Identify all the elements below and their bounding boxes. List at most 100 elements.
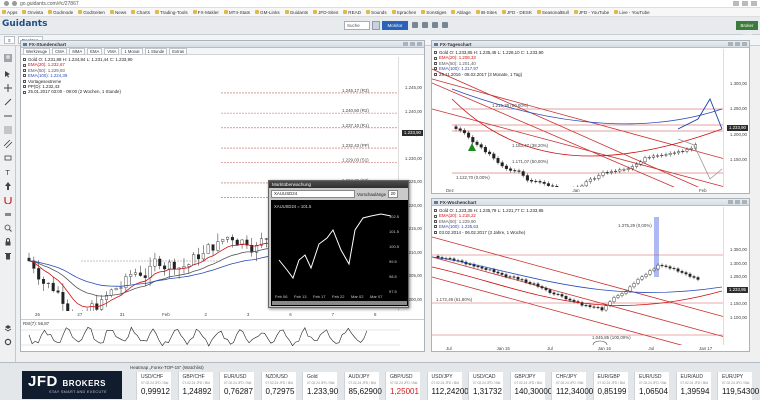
avatar[interactable] [4,54,12,62]
quote-cell[interactable]: EUR/JPY 07.02.24 JFD / Bid 119,54300 [717,372,759,400]
lock-icon[interactable] [4,238,12,246]
bookmark-item[interactable]: Trading-Tools [155,10,188,15]
horizontal-line-icon[interactable] [4,112,12,120]
close-icon[interactable] [751,1,757,6]
trash-icon[interactable] [4,252,12,260]
maximize-icon[interactable] [742,1,748,6]
monitor-button[interactable]: Monitor [382,21,408,30]
quote-cell[interactable]: GBP/CHF 07.02.24 JFD / Bid 1,24892 [177,372,213,400]
browser-url-bar[interactable]: go.guidants.com/#c/27867 [0,0,760,8]
quote-cell[interactable]: CHF/JPY 07.02.24 JFD / Bid 112,34000 [551,372,593,400]
legend-checkbox[interactable] [23,90,26,94]
legend-checkbox[interactable] [23,79,26,83]
panel-maximize-icon[interactable] [735,200,740,204]
bookmark-item[interactable]: News [109,10,126,15]
legend-checkbox[interactable] [23,63,26,67]
chart-tool-button[interactable]: MMA [69,47,86,55]
quote-cell[interactable]: EUR/USD 07.02.24 JFD / Bid 1,06504 [634,372,669,400]
popup-scrollbar[interactable] [272,301,407,305]
chart-tool-button[interactable]: 1 Stunde [144,47,168,55]
bookmark-item[interactable]: SeasonalBull [536,10,569,15]
bookmark-item[interactable]: FX-Makler [192,10,219,15]
bookmark-item[interactable]: Guidants [284,10,308,15]
time-axis[interactable]: 26 27 31 Feb 2 3 6 7 8 [21,311,400,319]
bookmark-item[interactable]: Charts [131,10,150,15]
legend-checkbox[interactable] [23,58,26,62]
search-input[interactable]: Suche [344,21,370,30]
user-icon[interactable] [432,22,438,28]
bookmark-item[interactable]: Godmode [48,10,73,15]
popup-plot[interactable]: XAUUSD24 = 101.5 102.5 101.5 100.5 99.5 98.5 9… [271,200,408,306]
bookmark-item[interactable]: JFD-Sites [313,10,338,15]
quote-cell[interactable]: NZD/USD 07.02.24 JFD / Bid 0,72975 [260,372,296,400]
print-icon[interactable] [412,22,418,28]
legend-checkbox[interactable] [23,74,26,78]
quote-cell[interactable]: USD/JPY 07.02.24 JFD / Bid 112,24200 [426,372,469,400]
panel-maximize-icon[interactable] [410,42,415,46]
quote-cell[interactable]: USD/CAD 07.02.24 JFD / Bid 1,31732 [468,372,503,400]
quote-cell[interactable]: EUR/AUD 07.02.24 JFD / Bid 1,39594 [675,372,711,400]
legend-checkbox[interactable] [434,62,437,66]
bookmark-item[interactable]: Sprachen [391,10,416,15]
reload-icon[interactable] [12,1,17,6]
panel-close-icon[interactable] [742,42,747,46]
bookmark-item[interactable]: IB-Sites [475,10,497,15]
lookback-input[interactable]: 20 [388,190,399,198]
rectangle-icon[interactable] [4,154,12,162]
layers-icon[interactable] [4,324,12,332]
legend-checkbox[interactable] [434,56,437,60]
quote-cell[interactable]: EUR/USD 07.02.24 JFD / Bid 0,76287 [219,372,254,400]
panel-close-icon[interactable] [742,200,747,204]
bookmark-item[interactable]: JFD - DESK [501,10,532,15]
quote-cell[interactable]: GBP/JPY 07.02.24 JFD / Bid 140,30000 [509,372,552,400]
bookmark-item[interactable]: Onvista [22,10,43,15]
legend-checkbox[interactable] [434,51,437,55]
bookmark-item[interactable]: Sounds [366,10,387,15]
fibonacci-icon[interactable] [4,126,12,134]
panel-detach-icon[interactable] [728,42,733,46]
price-axis[interactable]: 1.300,00 1.250,00 1.200,00 1.150,00 [723,49,749,187]
bookmark-item[interactable]: JFD - YouTube [573,10,609,15]
settings-icon[interactable] [4,338,12,346]
zoom-icon[interactable] [4,224,12,232]
chart-tool-button[interactable]: EMA [87,47,103,55]
guidants-logo[interactable]: Guidants [2,19,47,29]
back-icon[interactable] [4,1,9,6]
bookmark-item[interactable]: READ [343,10,361,15]
legend-checkbox[interactable] [434,67,437,71]
price-axis[interactable]: 1.350,001.300,001.250,001.200,001.150,00… [723,207,749,345]
chart-tool-button[interactable]: 1 Monat [121,47,143,55]
url-text[interactable]: go.guidants.com/#c/27867 [20,1,79,7]
legend-checkbox[interactable] [434,220,437,224]
bookmark-item[interactable]: Ablage [451,10,471,15]
settings-icon[interactable] [422,22,428,28]
panel-detach-icon[interactable] [728,200,733,204]
magnet-icon[interactable] [4,196,12,205]
broker-login-button[interactable]: Broker Login [736,21,758,37]
panel-close-icon[interactable] [417,42,422,46]
legend-checkbox[interactable] [434,230,437,234]
menu-button[interactable]: ≡ [4,36,15,44]
legend-checkbox[interactable] [434,209,437,213]
time-axis[interactable]: Jul Jan 15 Jul Jan 16 Jul Jan 17 [432,345,725,351]
chart-tool-button[interactable]: Werkzeuge [23,47,51,55]
panel-title[interactable]: FX-Tageschart [432,41,749,48]
quote-cell[interactable]: AUD/JPY 07.02.24 JFD / Bid 85,62900 [343,372,382,400]
bookmark-item[interactable]: MT4-Stats [223,10,250,15]
legend-checkbox[interactable] [434,214,437,218]
quote-cell[interactable]: USD/CHF 07.02.24 JFD / Bid 0,99912 [136,372,171,400]
panel-detach-icon[interactable] [403,42,408,46]
bookmark-item[interactable]: Live - YouTube [614,10,650,15]
channel-icon[interactable] [3,139,13,149]
eraser-icon[interactable] [4,210,12,218]
quote-cell[interactable]: GBP/USD 07.02.24 JFD / Bid 1,25001 [385,372,420,400]
legend-checkbox[interactable] [23,69,26,73]
market-watch-popup[interactable]: Marktüberwachung XAUUSD24 Vorschaulänge … [268,180,409,308]
bookmark-item[interactable]: Sonstiges [421,10,446,15]
mail-icon[interactable] [442,22,448,28]
rsi-pane[interactable]: RSI(7): 56,87 [21,319,424,351]
time-axis[interactable]: Dez Jan Feb [432,187,725,193]
bookmark-item[interactable]: GM-Links [255,10,280,15]
legend-checkbox[interactable] [434,72,437,76]
quote-cell[interactable]: EUR/GBP 07.02.24 JFD / Bid 0,85199 [592,372,628,400]
